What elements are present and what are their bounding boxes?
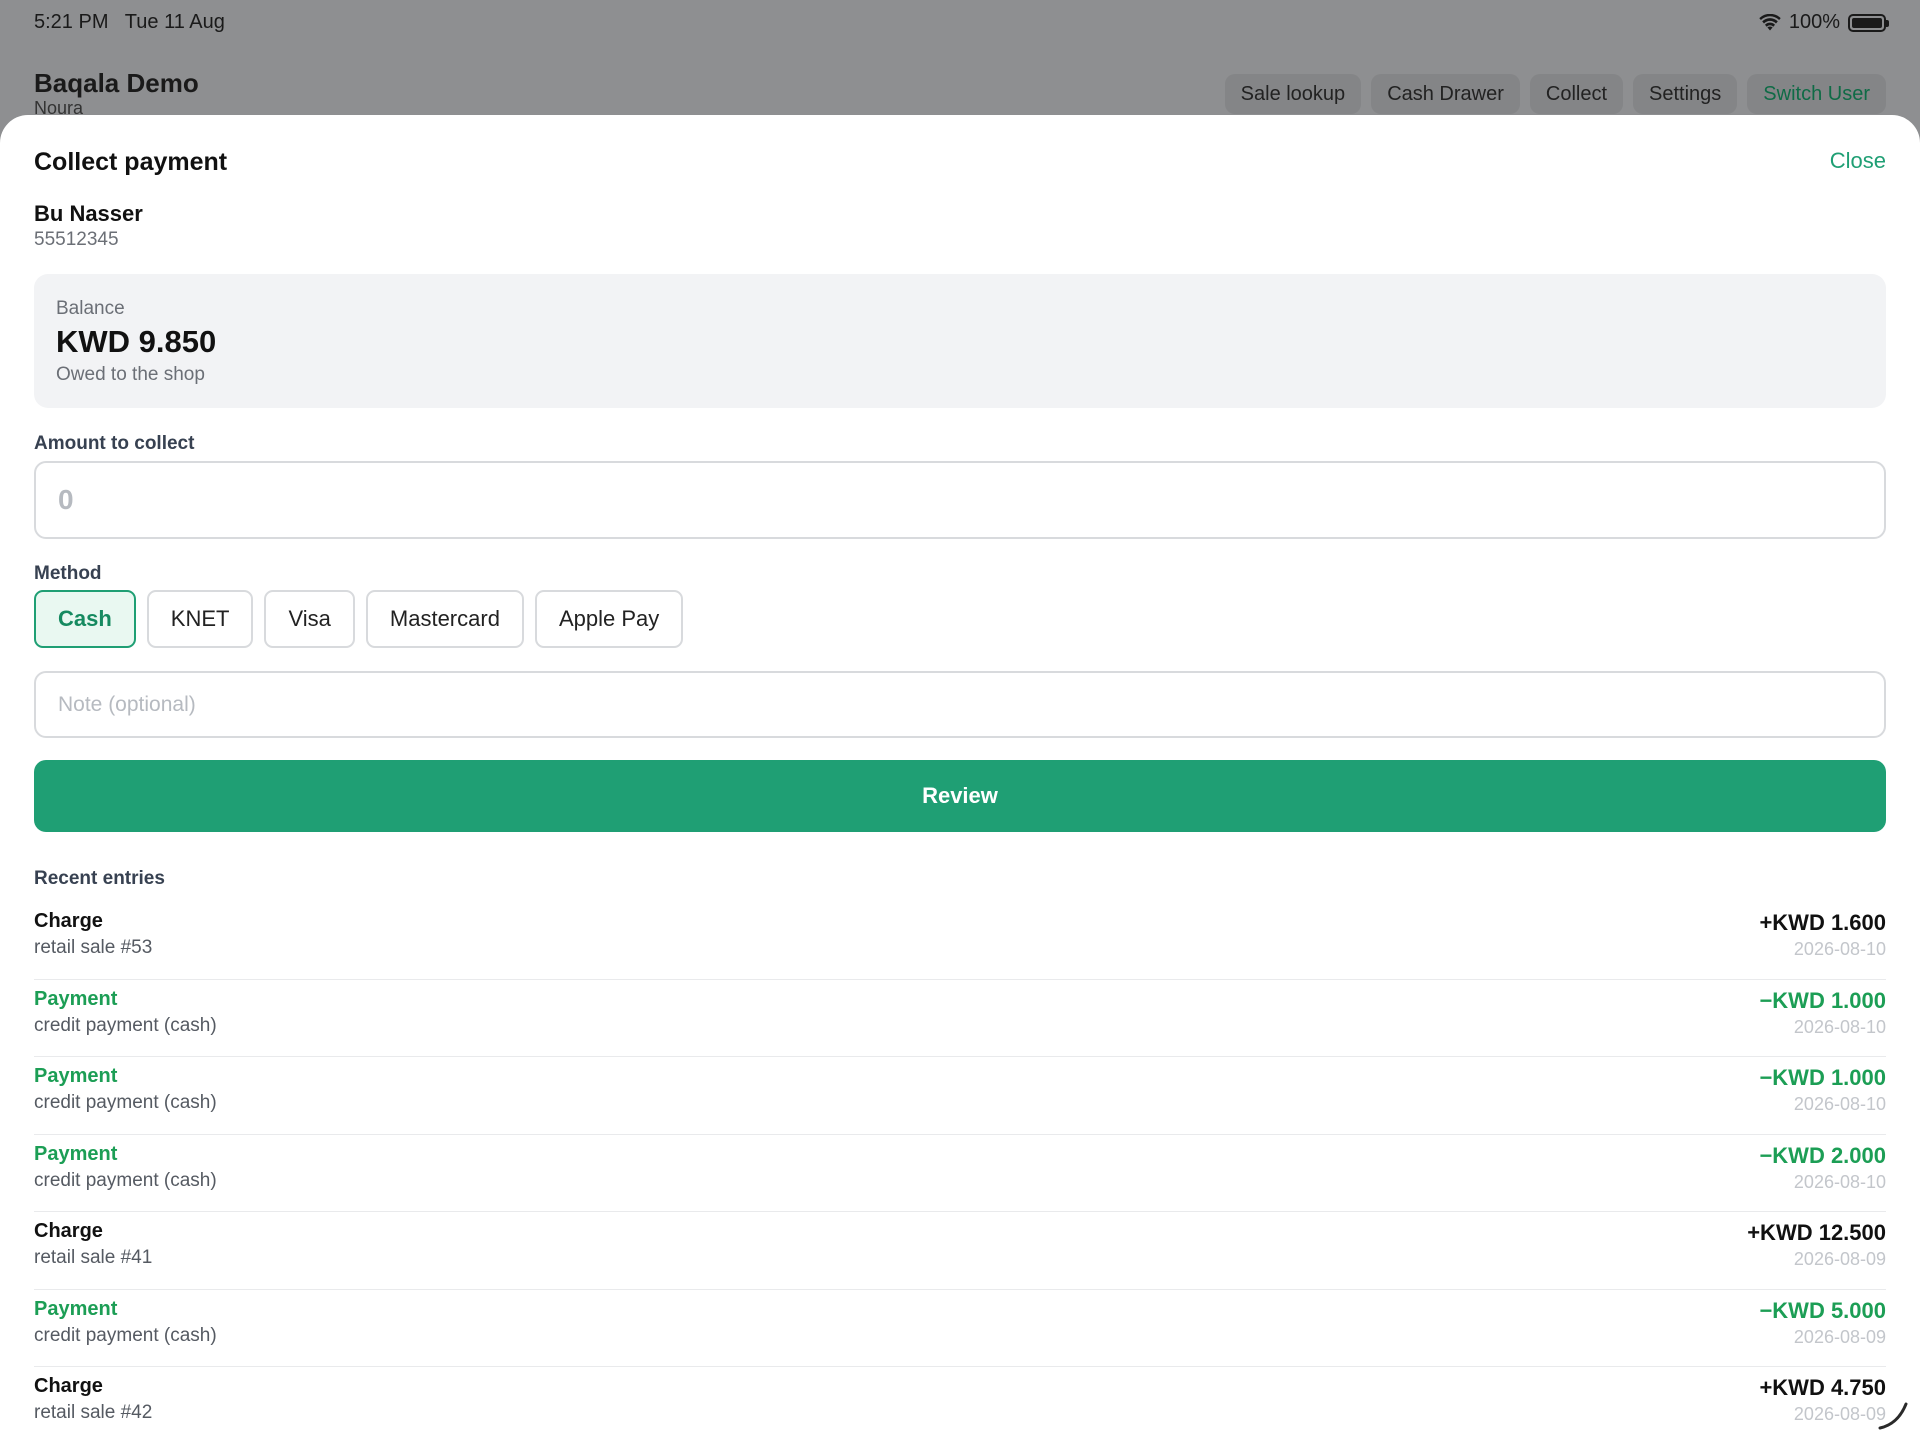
balance-label: Balance bbox=[56, 298, 125, 319]
entry-amount: −KWD 1.000 bbox=[1759, 987, 1886, 1013]
wifi-icon bbox=[1759, 13, 1781, 30]
list-item: Charge retail sale #41 +KWD 12.500 2026-… bbox=[34, 1212, 1886, 1290]
note-input[interactable] bbox=[34, 671, 1886, 738]
balance-value: KWD 9.850 bbox=[56, 324, 217, 359]
amount-input[interactable] bbox=[34, 461, 1886, 539]
list-item: Payment credit payment (cash) −KWD 1.000… bbox=[34, 980, 1886, 1057]
resize-handle-icon[interactable] bbox=[1876, 1398, 1910, 1432]
cash-drawer-button[interactable]: Cash Drawer bbox=[1371, 74, 1520, 114]
entry-description: retail sale #53 bbox=[34, 937, 153, 958]
sale-lookup-button[interactable]: Sale lookup bbox=[1224, 74, 1362, 114]
entry-amount: +KWD 12.500 bbox=[1747, 1220, 1886, 1245]
entry-description: credit payment (cash) bbox=[34, 1324, 217, 1346]
entry-date: 2026-08-10 bbox=[1793, 1016, 1886, 1037]
entry-description: retail sale #41 bbox=[34, 1247, 153, 1268]
method-label: Method bbox=[34, 563, 102, 584]
list-item: Payment credit payment (cash) −KWD 2.000… bbox=[34, 1135, 1886, 1212]
list-item: Charge retail sale #53 +KWD 1.600 2026-0… bbox=[34, 902, 1886, 980]
battery-icon bbox=[1848, 13, 1889, 32]
customer-phone: 55512345 bbox=[34, 229, 119, 250]
entry-type: Charge bbox=[34, 1220, 103, 1242]
list-item: Payment credit payment (cash) −KWD 5.000… bbox=[34, 1290, 1886, 1367]
entry-amount: +KWD 4.750 bbox=[1759, 1375, 1886, 1400]
status-time: 5:21 PM Tue 11 Aug bbox=[34, 11, 225, 34]
entry-amount: −KWD 2.000 bbox=[1759, 1142, 1886, 1168]
method-cash[interactable]: Cash bbox=[34, 590, 136, 648]
list-item: Charge retail sale #42 +KWD 4.750 2026-0… bbox=[34, 1367, 1886, 1440]
status-bar: 5:21 PM Tue 11 Aug 100% bbox=[0, 0, 1920, 46]
entry-type: Payment bbox=[34, 1065, 118, 1087]
entry-date: 2026-08-10 bbox=[1793, 939, 1886, 959]
entry-date: 2026-08-10 bbox=[1793, 1171, 1886, 1192]
sheet-title: Collect payment bbox=[34, 148, 228, 176]
review-button[interactable]: Review bbox=[34, 760, 1886, 832]
battery-percent: 100% bbox=[1788, 11, 1840, 33]
entry-description: credit payment (cash) bbox=[34, 1169, 217, 1191]
entry-type: Payment bbox=[34, 987, 118, 1010]
method-knet[interactable]: KNET bbox=[146, 590, 254, 648]
entry-type: Charge bbox=[34, 910, 103, 932]
close-button[interactable]: Close bbox=[1830, 148, 1886, 174]
status-indicators: 100% bbox=[1759, 11, 1889, 34]
amount-label: Amount to collect bbox=[34, 433, 195, 454]
entry-type: Payment bbox=[34, 1142, 118, 1165]
balance-card: Balance KWD 9.850 Owed to the shop bbox=[34, 274, 1886, 408]
entry-date: 2026-08-09 bbox=[1793, 1404, 1886, 1424]
entry-amount: −KWD 1.000 bbox=[1759, 1065, 1886, 1090]
customer-name: Bu Nasser bbox=[34, 201, 143, 226]
method-visa[interactable]: Visa bbox=[264, 590, 355, 648]
method-apple-pay[interactable]: Apple Pay bbox=[534, 590, 684, 648]
entry-date: 2026-08-09 bbox=[1793, 1249, 1886, 1269]
entry-description: retail sale #42 bbox=[34, 1402, 153, 1423]
entry-description: credit payment (cash) bbox=[34, 1092, 217, 1113]
status-date: Tue 11 Aug bbox=[124, 11, 225, 33]
app-title: Baqala Demo bbox=[34, 68, 199, 98]
method-mastercard[interactable]: Mastercard bbox=[365, 590, 524, 648]
entry-amount: −KWD 5.000 bbox=[1759, 1297, 1886, 1323]
entry-amount: +KWD 1.600 bbox=[1759, 910, 1886, 935]
recent-entries-list: Charge retail sale #53 +KWD 1.600 2026-0… bbox=[34, 902, 1886, 1440]
balance-subtitle: Owed to the shop bbox=[56, 364, 205, 385]
collect-payment-sheet: Collect payment Close Bu Nasser 55512345… bbox=[0, 115, 1920, 1440]
entry-type: Payment bbox=[34, 1297, 118, 1320]
switch-user-button[interactable]: Switch User bbox=[1747, 74, 1886, 114]
settings-button[interactable]: Settings bbox=[1633, 74, 1738, 114]
entry-type: Charge bbox=[34, 1375, 103, 1397]
entry-date: 2026-08-10 bbox=[1793, 1094, 1886, 1114]
status-clock: 5:21 PM bbox=[34, 11, 109, 33]
top-nav: Sale lookup Cash Drawer Collect Settings… bbox=[1224, 74, 1886, 114]
collect-button[interactable]: Collect bbox=[1529, 74, 1624, 114]
entry-description: credit payment (cash) bbox=[34, 1014, 217, 1036]
app-header: Baqala Demo Noura Sale lookup Cash Drawe… bbox=[0, 46, 1920, 118]
entry-date: 2026-08-09 bbox=[1793, 1326, 1886, 1347]
method-selector: Cash KNET Visa Mastercard Apple Pay bbox=[34, 590, 684, 648]
recent-entries-title: Recent entries bbox=[34, 868, 165, 889]
list-item: Payment credit payment (cash) −KWD 1.000… bbox=[34, 1057, 1886, 1135]
